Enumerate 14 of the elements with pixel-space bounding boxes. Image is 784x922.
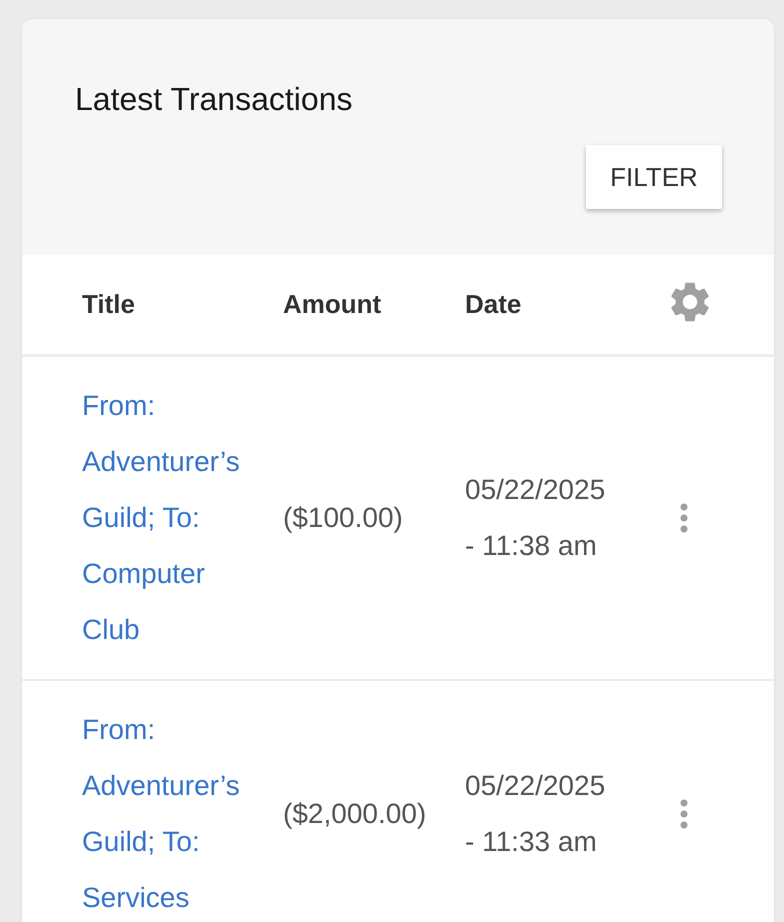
- transaction-title-link[interactable]: From: Adventurer’s Guild; To: Services: [82, 702, 259, 922]
- more-options-icon[interactable]: [680, 502, 688, 532]
- date-text: 05/22/2025 - 11:38 am: [465, 474, 606, 560]
- more-options-icon[interactable]: [680, 798, 688, 828]
- date-text: 05/22/2025 - 11:33 am: [465, 770, 606, 856]
- column-header: Date: [465, 288, 522, 319]
- amount-text: ($2,000.00): [283, 798, 426, 828]
- transaction-title-link[interactable]: From: Adventurer’s Guild; To: Computer Club: [82, 378, 259, 658]
- card-title: Latest Transactions: [75, 80, 354, 118]
- filter-button[interactable]: FILTER: [586, 145, 722, 209]
- settings-icon[interactable]: [670, 282, 710, 322]
- column-header: Amount: [283, 288, 382, 319]
- amount-text: ($100.00): [283, 502, 403, 532]
- column-header: Title: [82, 288, 135, 319]
